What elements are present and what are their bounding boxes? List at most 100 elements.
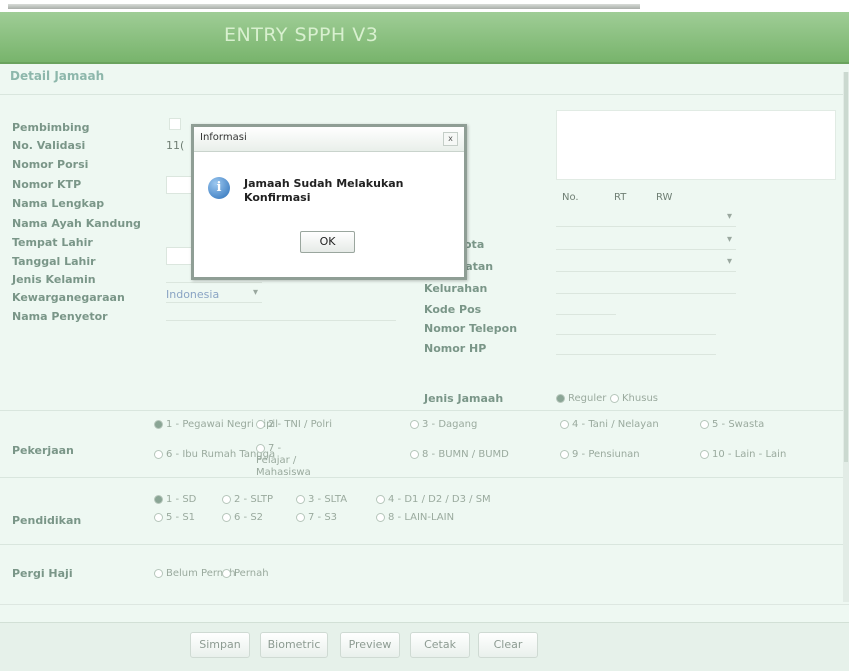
preview-button[interactable]: Preview xyxy=(340,632,400,658)
info-dialog: Informasi x i Jamaah Sudah Melakukan Kon… xyxy=(191,124,467,280)
pendidikan-option-4[interactable]: 4 - D1 / D2 / D3 / SM xyxy=(376,494,491,505)
label-pergi-haji: Pergi Haji xyxy=(12,567,73,580)
label-nomor-porsi: Nomor Porsi xyxy=(12,158,89,171)
label-nomor-telepon: Nomor Telepon xyxy=(424,322,518,335)
pendidikan-option-8[interactable]: 8 - LAIN-LAIN xyxy=(376,512,454,523)
radio-icon xyxy=(410,419,419,429)
scrollbar-thumb[interactable] xyxy=(844,72,848,462)
pendidikan-option-2[interactable]: 2 - SLTP xyxy=(222,494,273,505)
label-nomor-hp: Nomor HP xyxy=(424,342,487,355)
entry-window: ENTRY SPPH V3 Detail Jamaah Pembimbing N… xyxy=(0,12,849,671)
pekerjaan-option-7[interactable]: 7 - Pelajar / Mahasiswa xyxy=(256,443,316,479)
section-divider xyxy=(0,94,849,95)
label-kelurahan: Kelurahan xyxy=(424,282,488,295)
pendidikan-option-5[interactable]: 5 - S1 xyxy=(154,512,195,523)
label-pembimbing: Pembimbing xyxy=(12,121,90,134)
ok-button[interactable]: OK xyxy=(300,231,355,253)
radio-reguler[interactable]: Reguler xyxy=(556,393,606,404)
label-nomor-ktp: Nomor KTP xyxy=(12,178,82,191)
divider xyxy=(0,544,849,545)
radio-icon xyxy=(560,449,569,459)
info-icon: i xyxy=(208,177,230,199)
kota-select[interactable]: ▾ xyxy=(556,232,736,250)
pendidikan-option-3[interactable]: 3 - SLTA xyxy=(296,494,347,505)
simpan-button[interactable]: Simpan xyxy=(190,632,250,658)
radio-icon xyxy=(296,494,305,504)
radio-icon xyxy=(410,449,419,459)
kewarganegaraan-value: Indonesia xyxy=(166,288,220,301)
dialog-title: Informasi xyxy=(200,132,247,143)
radio-icon xyxy=(222,512,231,522)
radio-icon xyxy=(154,494,163,504)
vertical-scrollbar[interactable] xyxy=(843,72,849,602)
radio-icon xyxy=(222,568,231,578)
radio-icon xyxy=(154,419,163,429)
kewarganegaraan-select[interactable]: Indonesia ▾ xyxy=(166,285,262,303)
nama-penyetor-input[interactable] xyxy=(166,303,396,321)
section-title: Detail Jamaah xyxy=(10,69,105,83)
radio-icon xyxy=(296,512,305,522)
radio-icon xyxy=(610,393,619,403)
label-no-validasi: No. Validasi xyxy=(12,139,86,152)
provinsi-select[interactable]: ▾ xyxy=(556,209,736,227)
nomor-telepon-input[interactable] xyxy=(556,317,716,335)
radio-icon xyxy=(154,449,163,459)
dialog-header: Informasi x xyxy=(194,127,464,152)
kelurahan-select[interactable] xyxy=(556,276,736,294)
pekerjaan-option-9[interactable]: 9 - Pensiunan xyxy=(560,449,640,460)
pembimbing-checkbox[interactable] xyxy=(169,118,181,130)
label-nama-penyetor: Nama Penyetor xyxy=(12,310,108,323)
chevron-down-icon: ▾ xyxy=(726,234,732,245)
pekerjaan-option-8[interactable]: 8 - BUMN / BUMD xyxy=(410,449,509,460)
header-rt: RT xyxy=(614,192,627,203)
radio-icon xyxy=(256,443,265,453)
label-jenis-kelamin: Jenis Kelamin xyxy=(12,273,96,286)
label-tanggal-lahir: Tanggal Lahir xyxy=(12,255,96,268)
clear-button[interactable]: Clear xyxy=(478,632,538,658)
radio-khusus[interactable]: Khusus xyxy=(610,393,658,404)
pendidikan-option-1[interactable]: 1 - SD xyxy=(154,494,196,505)
label-kewarganegaraan: Kewarganegaraan xyxy=(12,291,125,304)
horizontal-scrollbar[interactable] xyxy=(0,604,849,615)
pendidikan-option-6[interactable]: 6 - S2 xyxy=(222,512,263,523)
radio-icon xyxy=(376,494,385,504)
label-kode-pos: Kode Pos xyxy=(424,303,482,316)
dialog-message: Jamaah Sudah Melakukan Konfirmasi xyxy=(244,177,404,204)
pekerjaan-option-10[interactable]: 10 - Lain - Lain xyxy=(700,449,786,460)
chevron-down-icon: ▾ xyxy=(726,256,732,267)
title-bar: ENTRY SPPH V3 xyxy=(0,12,849,64)
app-title: ENTRY SPPH V3 xyxy=(224,24,379,46)
divider xyxy=(0,477,849,478)
radio-icon xyxy=(154,568,163,578)
radio-icon xyxy=(556,393,565,403)
pekerjaan-option-3[interactable]: 3 - Dagang xyxy=(410,419,477,430)
radio-icon xyxy=(154,512,163,522)
label-pekerjaan: Pekerjaan xyxy=(12,444,74,457)
radio-icon xyxy=(700,449,709,459)
label-pendidikan: Pendidikan xyxy=(12,514,82,527)
radio-icon xyxy=(560,419,569,429)
biometric-button[interactable]: Biometric xyxy=(260,632,328,658)
chevron-down-icon: ▾ xyxy=(726,211,732,222)
label-nama-ayah: Nama Ayah Kandung xyxy=(12,217,141,230)
close-icon[interactable]: x xyxy=(443,132,458,146)
top-divider xyxy=(8,4,640,9)
kecamatan-select[interactable]: ▾ xyxy=(556,254,736,272)
header-rw: RW xyxy=(656,192,673,203)
nomor-hp-input[interactable] xyxy=(556,337,716,355)
radio-icon xyxy=(376,512,385,522)
label-jenis-jamaah: Jenis Jamaah xyxy=(424,392,504,405)
pekerjaan-option-5[interactable]: 5 - Swasta xyxy=(700,419,764,430)
radio-icon xyxy=(700,419,709,429)
radio-icon xyxy=(256,419,265,429)
label-kota: ota xyxy=(464,238,485,251)
cetak-button[interactable]: Cetak xyxy=(410,632,470,658)
pendidikan-option-7[interactable]: 7 - S3 xyxy=(296,512,337,523)
label-tempat-lahir: Tempat Lahir xyxy=(12,236,93,249)
validasi-value: 11( xyxy=(166,139,185,152)
alamat-input[interactable] xyxy=(556,110,836,180)
pekerjaan-option-4[interactable]: 4 - Tani / Nelayan xyxy=(560,419,659,430)
pergi-haji-option-pernah[interactable]: Pernah xyxy=(222,568,269,579)
pekerjaan-option-2[interactable]: 2 - TNI / Polri xyxy=(256,419,332,430)
kode-pos-input[interactable] xyxy=(556,297,616,315)
